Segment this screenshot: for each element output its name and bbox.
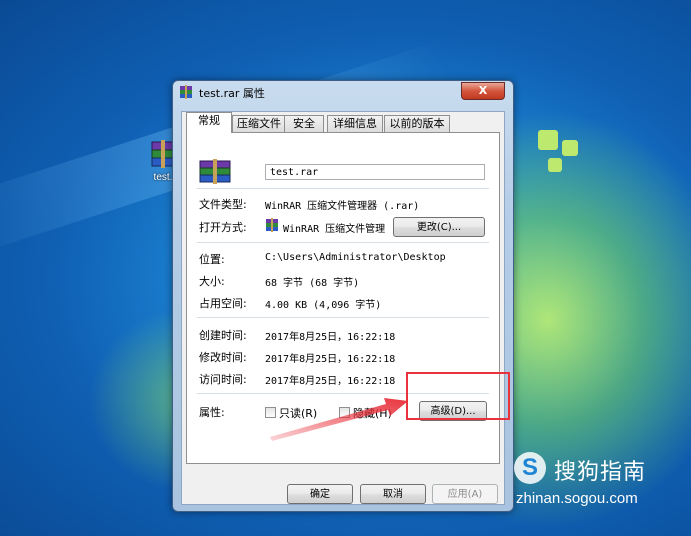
tab-previous-versions[interactable]: 以前的版本 <box>384 115 450 132</box>
change-button[interactable]: 更改(C)... <box>393 217 485 237</box>
accessed-label: 访问时间: <box>199 373 247 386</box>
attributes-label: 属性: <box>199 406 225 419</box>
winrar-icon <box>199 159 231 184</box>
watermark-url: zhinan.sogou.com <box>516 490 638 507</box>
open-with-value: WinRAR 压缩文件管理 <box>283 224 386 235</box>
dialog-body: 常规 压缩文件 安全 详细信息 以前的版本 test.rar 文件类型: Win… <box>181 111 505 505</box>
disk-size-value: 4.00 KB (4,096 字节) <box>265 300 382 311</box>
created-label: 创建时间: <box>199 329 247 342</box>
apply-button[interactable]: 应用(A) <box>432 484 498 504</box>
tab-general[interactable]: 常规 <box>186 112 232 133</box>
winrar-icon <box>180 85 192 99</box>
tab-strip: 常规 压缩文件 安全 详细信息 以前的版本 <box>182 112 504 133</box>
cancel-button[interactable]: 取消 <box>360 484 426 504</box>
created-value: 2017年8月25日，16:22:18 <box>265 332 396 343</box>
winrar-icon <box>266 218 278 232</box>
close-button[interactable]: X <box>461 82 505 100</box>
file-name-field[interactable]: test.rar <box>265 164 485 180</box>
divider <box>197 242 489 243</box>
size-value: 68 字节 (68 字节) <box>265 278 360 289</box>
dialog-title: test.rar 属性 <box>199 87 265 100</box>
sogou-logo-icon: S <box>514 452 546 484</box>
disk-size-label: 占用空间: <box>199 297 247 310</box>
properties-dialog: test.rar 属性 X 常规 压缩文件 安全 详细信息 以前的版本 test… <box>172 80 514 512</box>
accessed-value: 2017年8月25日，16:22:18 <box>265 376 396 387</box>
location-label: 位置: <box>199 253 225 266</box>
tab-details[interactable]: 详细信息 <box>327 115 383 132</box>
watermark-brand: 搜狗指南 <box>554 460 647 485</box>
divider <box>197 188 489 189</box>
wallpaper-logo-pane <box>562 140 578 156</box>
divider <box>197 317 489 318</box>
sogou-watermark: S 搜狗指南 zhinan.sogou.com <box>514 452 684 512</box>
annotation-highlight-box <box>406 372 510 420</box>
annotation-arrow-icon <box>270 398 408 441</box>
modified-value: 2017年8月25日，16:22:18 <box>265 354 396 365</box>
dialog-titlebar[interactable]: test.rar 属性 X <box>173 81 513 103</box>
wallpaper-logo-pane <box>548 158 562 172</box>
desktop-file-label: test. <box>153 172 173 183</box>
tab-archive[interactable]: 压缩文件 <box>232 115 286 132</box>
ok-button[interactable]: 确定 <box>287 484 353 504</box>
size-label: 大小: <box>199 275 225 288</box>
file-type-value: WinRAR 压缩文件管理器 (.rar) <box>265 201 420 212</box>
wallpaper-logo-pane <box>538 130 558 150</box>
file-type-label: 文件类型: <box>199 198 247 211</box>
open-with-label: 打开方式: <box>199 221 247 234</box>
location-value: C:\Users\Administrator\Desktop <box>265 252 446 263</box>
tab-security[interactable]: 安全 <box>284 115 324 132</box>
modified-label: 修改时间: <box>199 351 247 364</box>
